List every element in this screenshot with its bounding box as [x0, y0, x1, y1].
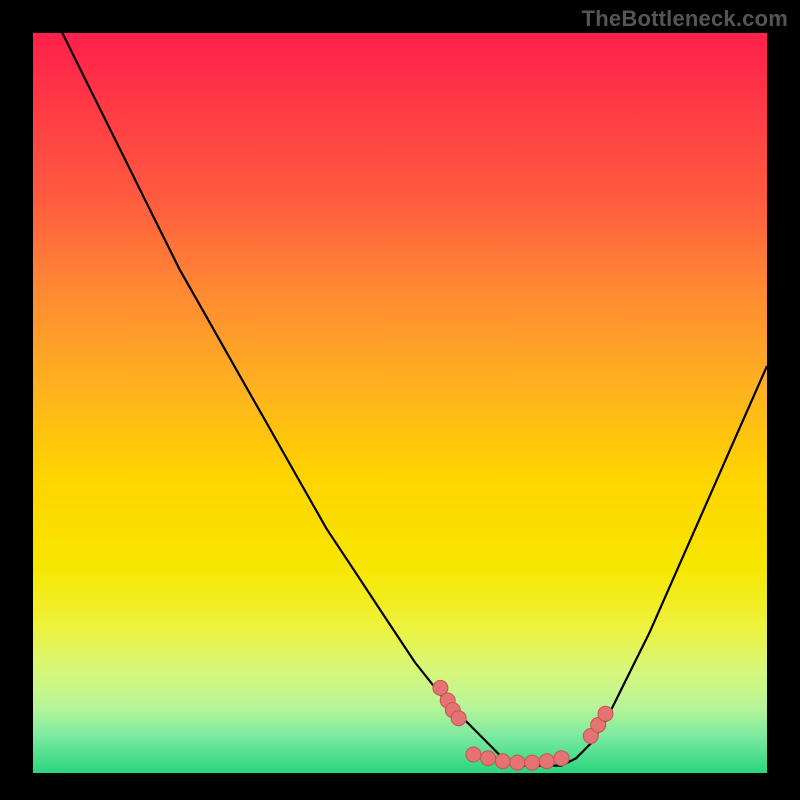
- data-point: [451, 711, 466, 726]
- gradient-plot-area: [33, 33, 767, 773]
- chart-stage: TheBottleneck.com: [0, 0, 800, 800]
- chart-svg: [0, 0, 800, 800]
- data-point: [598, 706, 613, 721]
- data-point: [466, 747, 481, 762]
- data-point: [510, 755, 525, 770]
- data-point: [539, 754, 554, 769]
- data-point: [554, 751, 569, 766]
- data-point: [525, 755, 540, 770]
- data-point: [481, 751, 496, 766]
- data-point: [495, 754, 510, 769]
